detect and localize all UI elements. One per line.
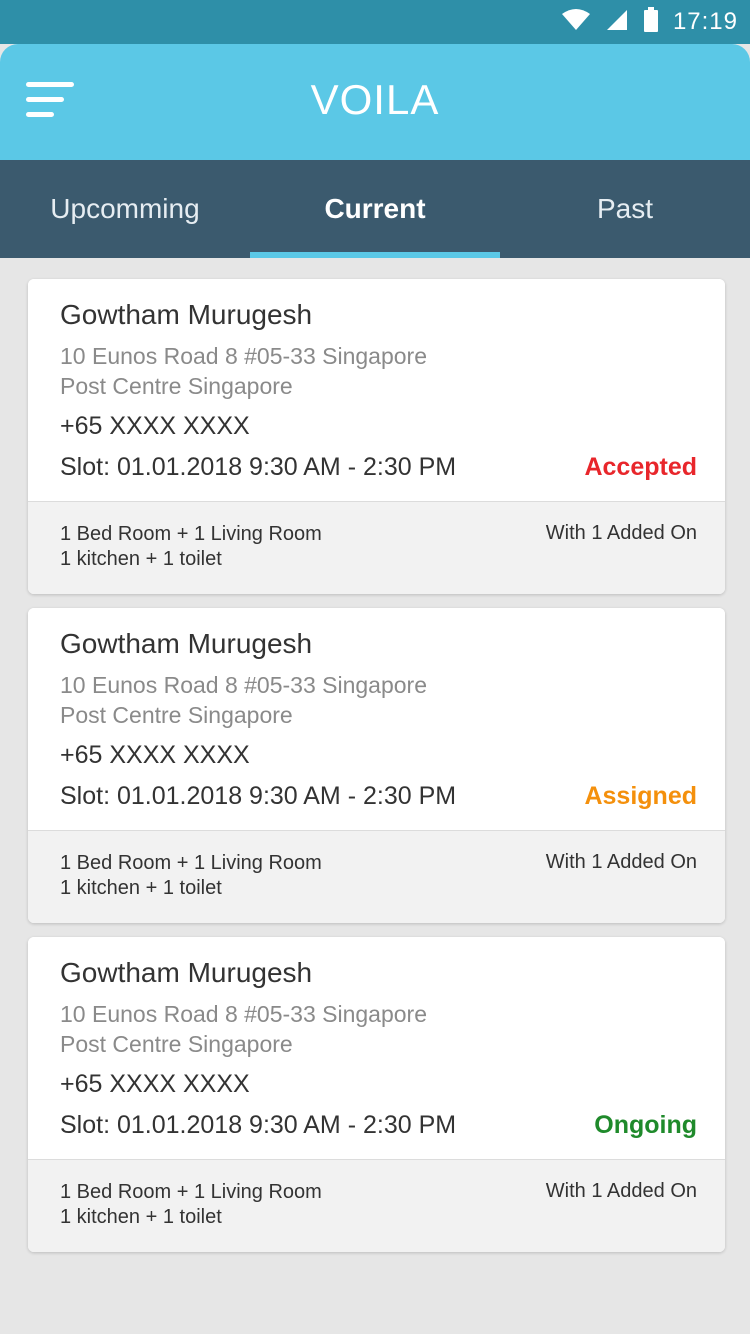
booking-card[interactable]: Gowtham Murugesh 10 Eunos Road 8 #05-33 … <box>28 937 725 1252</box>
battery-icon <box>643 6 659 38</box>
signal-icon <box>605 8 629 37</box>
rooms-summary: 1 Bed Room + 1 Living Room 1 kitchen + 1… <box>60 1180 322 1230</box>
customer-phone: +65 XXXX XXXX <box>60 412 250 440</box>
tab-bar: Upcomming Current Past <box>0 160 750 258</box>
address-line-1: 10 Eunos Road 8 #05-33 Singapore <box>60 672 428 698</box>
address-line-2: Post Centre Singapore <box>60 1031 293 1057</box>
address-line-2: Post Centre Singapore <box>60 373 293 399</box>
status-time: 17:19 <box>672 8 738 35</box>
status-bar: 17:19 <box>0 0 750 44</box>
booking-card-footer: 1 Bed Room + 1 Living Room 1 kitchen + 1… <box>28 830 725 923</box>
rooms-line-1: 1 Bed Room + 1 Living Room <box>60 1181 322 1203</box>
status-badge: Ongoing <box>594 1111 697 1139</box>
status-badge: Assigned <box>584 782 697 810</box>
customer-phone: +65 XXXX XXXX <box>60 1070 250 1098</box>
address-line-1: 10 Eunos Road 8 #05-33 Singapore <box>60 343 428 369</box>
rooms-line-2: 1 kitchen + 1 toilet <box>60 548 222 570</box>
booking-slot: Slot: 01.01.2018 9:30 AM - 2:30 PM <box>60 453 457 481</box>
customer-address: 10 Eunos Road 8 #05-33 Singapore Post Ce… <box>60 999 580 1059</box>
app-bar: VOILA <box>0 44 750 160</box>
status-icons: 17:19 <box>561 0 738 44</box>
booking-card-footer: 1 Bed Room + 1 Living Room 1 kitchen + 1… <box>28 1159 725 1252</box>
address-line-1: 10 Eunos Road 8 #05-33 Singapore <box>60 1001 428 1027</box>
addon-label: With 1 Added On <box>545 522 697 544</box>
customer-name: Gowtham Murugesh <box>60 957 313 988</box>
tab-current[interactable]: Current <box>250 160 500 258</box>
booking-card-footer: 1 Bed Room + 1 Living Room 1 kitchen + 1… <box>28 501 725 594</box>
booking-card[interactable]: Gowtham Murugesh 10 Eunos Road 8 #05-33 … <box>28 608 725 923</box>
rooms-summary: 1 Bed Room + 1 Living Room 1 kitchen + 1… <box>60 522 322 572</box>
booking-card-details: Gowtham Murugesh 10 Eunos Road 8 #05-33 … <box>28 279 725 501</box>
customer-address: 10 Eunos Road 8 #05-33 Singapore Post Ce… <box>60 670 580 730</box>
rooms-summary: 1 Bed Room + 1 Living Room 1 kitchen + 1… <box>60 851 322 901</box>
customer-address: 10 Eunos Road 8 #05-33 Singapore Post Ce… <box>60 341 580 401</box>
rooms-line-1: 1 Bed Room + 1 Living Room <box>60 852 322 874</box>
booking-card-details: Gowtham Murugesh 10 Eunos Road 8 #05-33 … <box>28 608 725 830</box>
app-title: VOILA <box>310 76 440 123</box>
booking-card[interactable]: Gowtham Murugesh 10 Eunos Road 8 #05-33 … <box>28 279 725 594</box>
booking-card-details: Gowtham Murugesh 10 Eunos Road 8 #05-33 … <box>28 937 725 1159</box>
rooms-line-2: 1 kitchen + 1 toilet <box>60 877 222 899</box>
tab-upcomming[interactable]: Upcomming <box>0 160 250 258</box>
booking-slot: Slot: 01.01.2018 9:30 AM - 2:30 PM <box>60 782 457 810</box>
tab-past[interactable]: Past <box>500 160 750 258</box>
customer-phone: +65 XXXX XXXX <box>60 741 250 769</box>
customer-name: Gowtham Murugesh <box>60 299 313 330</box>
address-line-2: Post Centre Singapore <box>60 702 293 728</box>
status-badge: Accepted <box>584 453 697 481</box>
booking-slot: Slot: 01.01.2018 9:30 AM - 2:30 PM <box>60 1111 457 1139</box>
addon-label: With 1 Added On <box>545 851 697 873</box>
rooms-line-1: 1 Bed Room + 1 Living Room <box>60 523 322 545</box>
addon-label: With 1 Added On <box>545 1180 697 1202</box>
rooms-line-2: 1 kitchen + 1 toilet <box>60 1206 222 1228</box>
wifi-icon <box>561 8 591 37</box>
customer-name: Gowtham Murugesh <box>60 628 313 659</box>
